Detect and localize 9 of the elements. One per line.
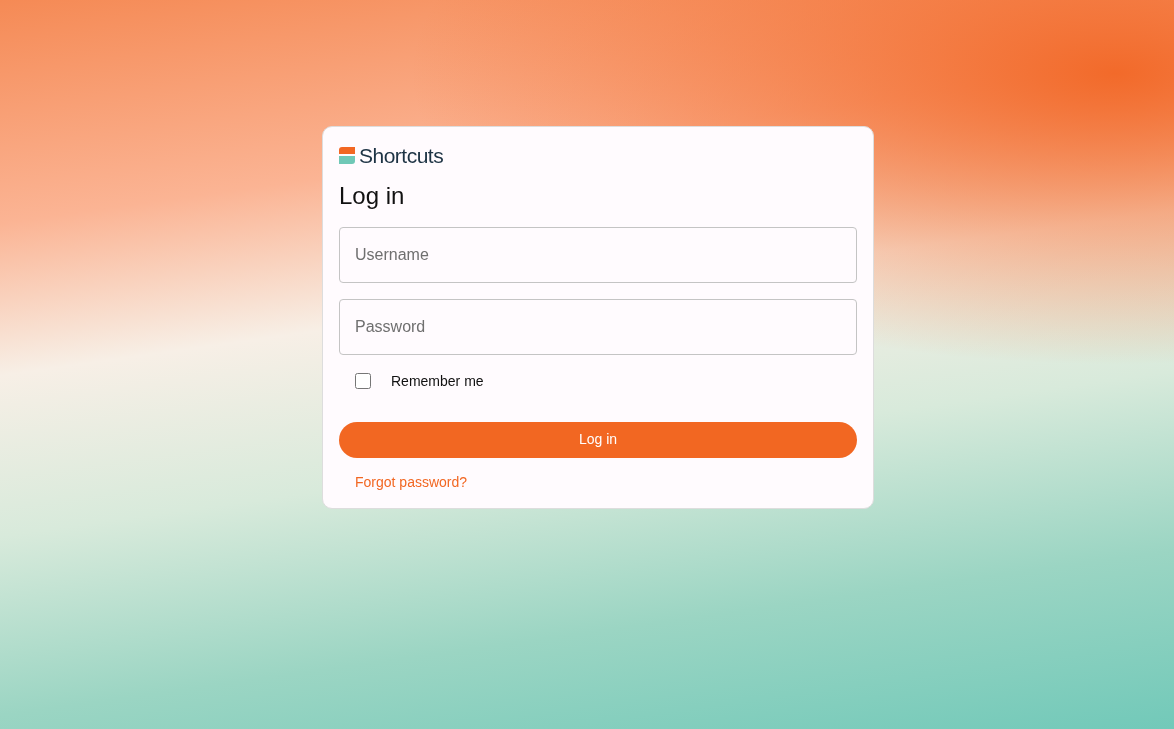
login-button[interactable]: Log in <box>339 421 857 458</box>
logo-icon <box>339 147 355 164</box>
password-field[interactable]: Password <box>339 298 857 355</box>
username-field[interactable]: Username <box>339 226 857 283</box>
page-title: Log in <box>339 182 406 211</box>
logo-text: Shortcuts <box>359 145 444 166</box>
remember-label: Remember me <box>391 371 484 391</box>
remember-checkbox[interactable] <box>355 373 371 390</box>
forgot-password-link[interactable]: Forgot password? <box>355 473 468 490</box>
